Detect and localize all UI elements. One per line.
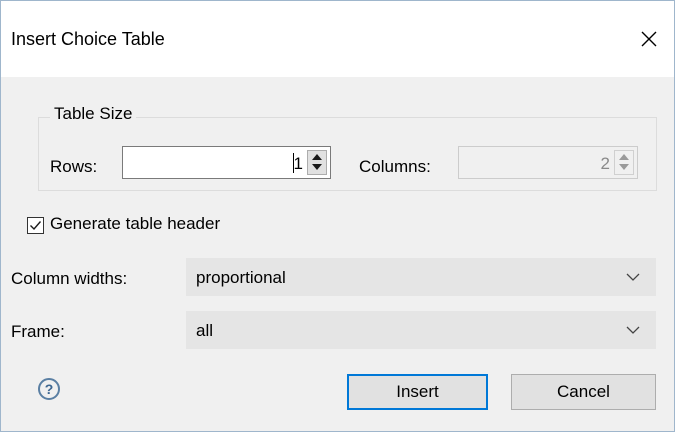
help-icon: ? [44,381,54,397]
chevron-down-icon [626,273,640,281]
title-bar: Insert Choice Table [1,1,674,77]
spin-down-icon[interactable] [312,164,322,170]
rows-label: Rows: [50,157,98,176]
close-button[interactable] [629,21,669,57]
columns-spinner: 2 [458,146,638,179]
rows-spinner[interactable]: 1 [122,146,331,179]
dialog-title: Insert Choice Table [11,29,165,49]
generate-header-label[interactable]: Generate table header [50,214,220,234]
close-icon [641,31,657,47]
insert-button[interactable]: Insert [347,374,488,410]
insert-choice-table-dialog: Insert Choice Table Table Size Rows: 1 C… [0,0,675,432]
spin-up-icon [619,154,629,160]
checkmark-icon [30,221,42,231]
spin-down-icon [619,164,629,170]
columns-label: Columns: [359,157,431,176]
rows-value: 1 [293,154,303,173]
spin-up-icon[interactable] [312,154,322,160]
column-widths-label: Column widths: [11,269,128,288]
table-size-legend: Table Size [50,104,137,124]
generate-header-checkbox[interactable] [27,217,44,234]
columns-spinner-buttons [614,150,634,175]
column-widths-dropdown[interactable]: proportional [186,258,656,296]
rows-spinner-buttons[interactable] [307,150,327,175]
frame-label: Frame: [11,322,65,341]
chevron-down-icon [626,326,640,334]
help-button[interactable]: ? [38,378,60,400]
frame-dropdown[interactable]: all [186,311,656,349]
column-widths-value: proportional [196,268,286,287]
frame-value: all [196,321,214,340]
cancel-button[interactable]: Cancel [511,374,656,410]
columns-value: 2 [600,154,610,173]
